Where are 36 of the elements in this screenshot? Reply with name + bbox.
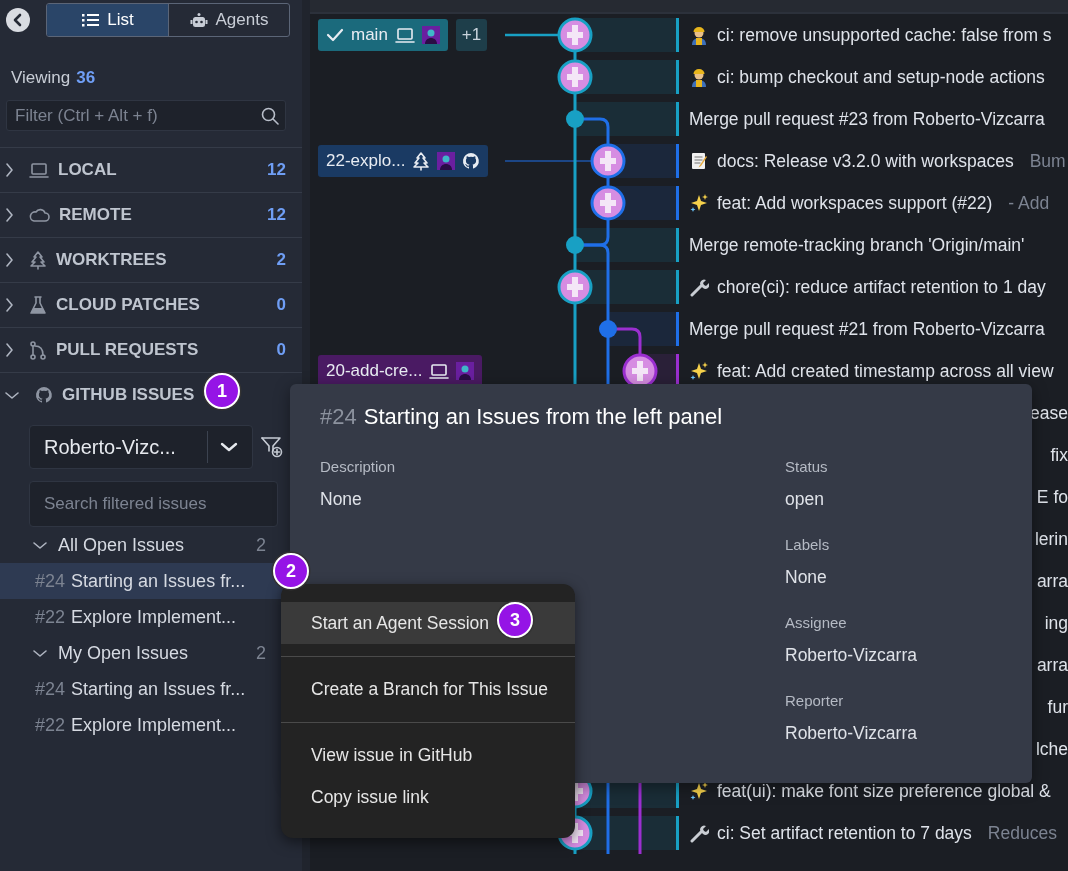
commit-message: lerin: [1034, 528, 1068, 550]
issue-title: Starting an Issues from the left panel: [363, 404, 723, 430]
commit-message: fur: [1047, 696, 1068, 718]
field-label: Assignee: [785, 614, 848, 631]
section-count: 0: [276, 295, 286, 315]
commit-description: - Add: [1008, 192, 1050, 214]
field-value: None: [785, 567, 828, 588]
commit-message: lche: [1035, 738, 1068, 760]
step-badge: 3: [497, 602, 533, 638]
viewing-label: Viewing: [11, 68, 71, 88]
section-count: 0: [276, 340, 286, 360]
issue-number: #24: [320, 404, 357, 430]
section-count: 12: [267, 160, 286, 180]
field-label: Labels: [785, 536, 831, 553]
step-badge: 1: [204, 373, 240, 409]
commit-description: Bum: [1029, 150, 1066, 172]
group-count: 2: [256, 534, 266, 556]
field-value: None: [320, 489, 363, 510]
section-count: 2: [276, 250, 286, 270]
field-label: Status: [785, 458, 829, 475]
field-label: Description: [320, 458, 397, 475]
step-badge: 2: [273, 553, 309, 589]
field-value: open: [785, 489, 825, 510]
field-value: Roberto-Vizcarra: [785, 723, 918, 744]
commit-message: arra: [1036, 654, 1068, 676]
section-count: 12: [267, 205, 286, 225]
field-value: Roberto-Vizcarra: [785, 645, 918, 666]
commit-message: ease: [1030, 402, 1068, 424]
commit-message: E fo: [1036, 486, 1068, 508]
group-count: 2: [256, 642, 266, 664]
commit-message: ing: [1044, 612, 1068, 634]
viewing-count: 36: [76, 68, 96, 88]
commit-description: Reduces: [987, 822, 1057, 844]
commit-message: arra: [1036, 570, 1068, 592]
commit-message: fix: [1050, 444, 1068, 466]
field-label: Reporter: [785, 692, 845, 709]
